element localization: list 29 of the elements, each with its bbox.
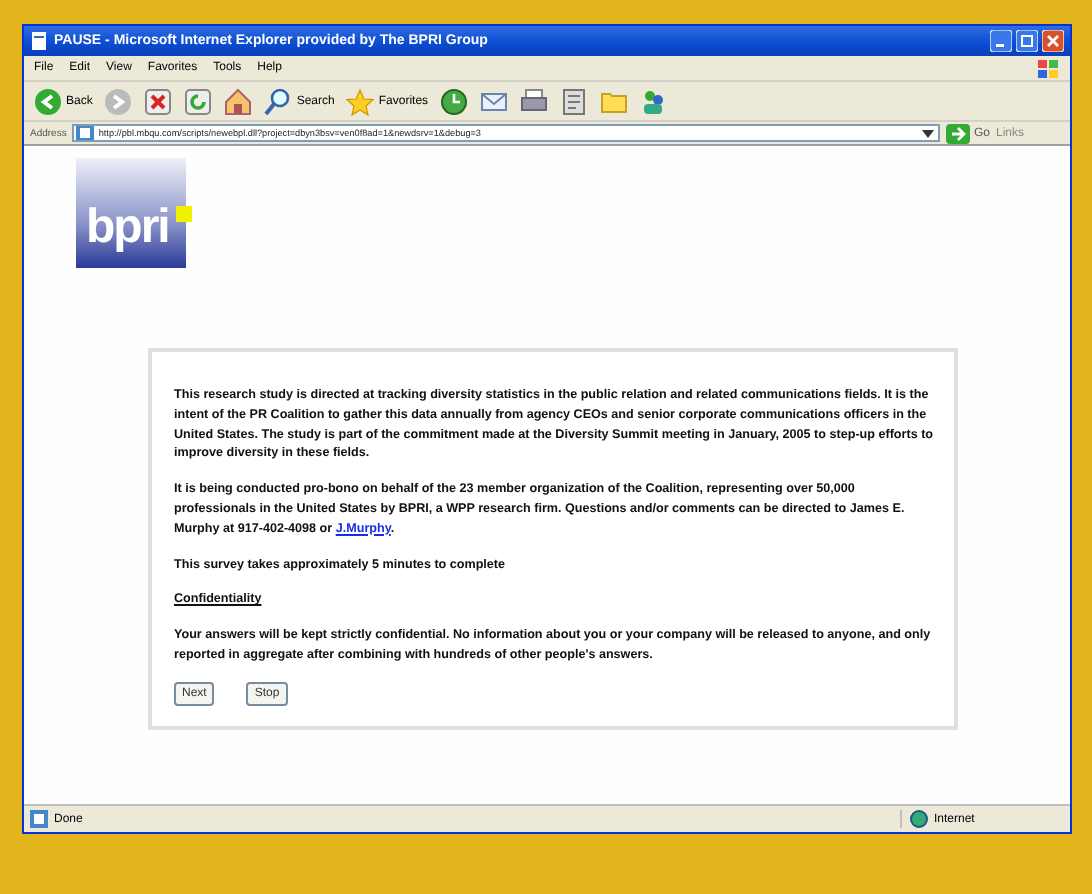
page-icon <box>30 32 48 50</box>
close-icon[interactable] <box>1042 30 1064 52</box>
globe-icon <box>910 810 928 828</box>
print-button[interactable] <box>518 85 551 117</box>
printer-icon <box>520 87 549 115</box>
star-icon <box>346 87 375 115</box>
page-icon <box>76 126 95 140</box>
clock-icon <box>440 87 469 115</box>
envelope-icon <box>480 87 509 115</box>
back-icon <box>34 87 62 115</box>
home-button[interactable] <box>222 85 255 117</box>
folder-icon <box>600 87 629 115</box>
dropdown-arrow-icon[interactable] <box>919 126 936 140</box>
page-icon <box>30 810 48 828</box>
stop-button[interactable] <box>142 85 175 117</box>
stop-icon <box>144 87 173 115</box>
logo: bpri <box>76 158 186 268</box>
document-icon <box>560 87 589 115</box>
refresh-button[interactable] <box>182 85 215 117</box>
minimize-icon[interactable] <box>990 30 1012 52</box>
history-button[interactable] <box>438 85 471 117</box>
people-icon <box>640 87 669 115</box>
windows-logo-icon <box>1036 57 1060 79</box>
house-icon <box>224 87 253 115</box>
forward-icon <box>104 87 133 115</box>
refresh-icon <box>184 87 213 115</box>
edit-button[interactable] <box>558 85 591 117</box>
maximize-icon[interactable] <box>1016 30 1038 52</box>
search-icon <box>264 87 293 115</box>
